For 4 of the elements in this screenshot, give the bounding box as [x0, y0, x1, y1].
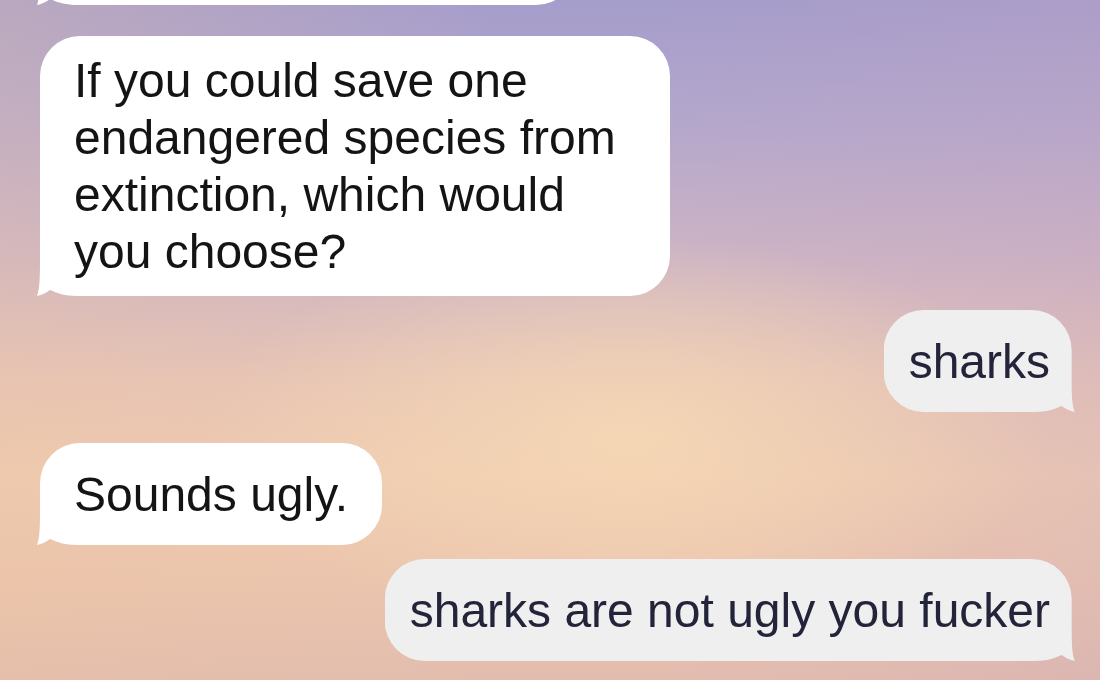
message-text: If you could save one endangered species from extinction, which would you choose? [74, 53, 617, 280]
message-text: Sounds ugly. [74, 466, 348, 523]
message-text: sharks are not ugly you fucker [409, 582, 1050, 639]
message-text: sharks [908, 333, 1050, 390]
